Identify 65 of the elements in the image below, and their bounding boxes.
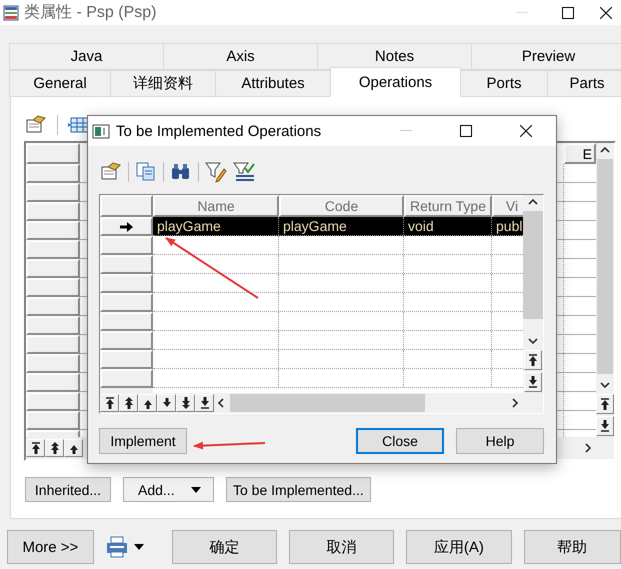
move-to-bottom-button[interactable] <box>195 394 214 412</box>
caret-icon <box>191 486 201 492</box>
panel-button[interactable]: Inherited... <box>25 477 111 502</box>
dialog-button[interactable]: Close <box>356 428 444 454</box>
table-cell: playGame <box>279 217 404 235</box>
move-to-top-button[interactable] <box>524 350 542 370</box>
move-to-top-button[interactable] <box>100 394 119 412</box>
move-to-bottom-button[interactable] <box>596 416 614 436</box>
tab[interactable]: Axis <box>163 43 318 70</box>
column-header[interactable]: E <box>564 143 596 164</box>
close-icon <box>600 6 612 18</box>
close-icon <box>520 125 532 137</box>
dialog-title: To be Implemented Operations <box>116 122 322 140</box>
more-button[interactable]: More >> <box>7 530 94 564</box>
tab[interactable]: Operations <box>330 67 461 97</box>
filter-edit-icon[interactable] <box>205 161 227 183</box>
table-cell: void <box>404 217 492 235</box>
vertical-scrollbar[interactable] <box>523 195 543 393</box>
window-icon <box>92 122 110 140</box>
column-header[interactable]: Return Type <box>404 195 492 217</box>
page-up-button[interactable] <box>45 439 64 457</box>
arrow-to-bottom-icon <box>598 419 612 433</box>
page-down-button[interactable] <box>176 394 195 412</box>
dialog-button[interactable]: Implement <box>99 428 187 454</box>
tab[interactable]: Notes <box>317 43 472 70</box>
move-up-button[interactable] <box>138 394 157 412</box>
maximize-icon <box>562 6 574 18</box>
tab[interactable]: Java <box>9 43 164 70</box>
caret-icon <box>134 544 144 550</box>
table-row[interactable]: playGame playGame void publ <box>153 217 523 236</box>
dialog-button[interactable]: 应用(A) <box>406 530 512 564</box>
arrow-to-top-icon <box>526 353 540 367</box>
printer-icon <box>106 536 128 558</box>
current-row-icon <box>120 222 134 232</box>
page-up-button[interactable] <box>119 394 138 412</box>
tab[interactable]: Preview <box>471 43 621 70</box>
print-button[interactable] <box>106 536 144 558</box>
dialog-button[interactable]: Help <box>456 428 544 454</box>
arrow-to-bottom-icon <box>526 375 540 389</box>
vertical-scrollbar[interactable] <box>596 143 614 437</box>
move-to-top-button[interactable] <box>596 394 614 414</box>
column-header[interactable]: Name <box>153 195 279 217</box>
row-header[interactable] <box>100 217 153 236</box>
move-to-bottom-button[interactable] <box>524 372 542 392</box>
window-title: 类属性 - Psp (Psp) <box>24 2 156 23</box>
move-to-top-button[interactable] <box>26 439 45 457</box>
table-cell: playGame <box>153 217 279 235</box>
move-down-button[interactable] <box>157 394 176 412</box>
copy-icon[interactable] <box>135 161 157 183</box>
column-header[interactable]: Code <box>279 195 404 217</box>
column-header[interactable]: Vi <box>492 195 523 217</box>
table-icon[interactable] <box>68 115 90 135</box>
minimize-icon <box>400 130 412 132</box>
dialog-button[interactable]: 取消 <box>289 530 394 564</box>
arrow-to-top-icon <box>598 397 612 411</box>
filter-check-icon[interactable] <box>233 161 255 183</box>
panel-button[interactable]: To be Implemented... <box>226 477 371 502</box>
dialog-button[interactable]: 帮助 <box>524 530 621 564</box>
move-up-button[interactable] <box>64 439 83 457</box>
window-icon <box>3 4 19 20</box>
minimize-icon <box>516 12 528 14</box>
dropdown-button[interactable]: Add... <box>123 477 214 502</box>
tab[interactable]: General <box>9 70 111 97</box>
dialog-button[interactable]: 确定 <box>172 530 278 564</box>
maximize-icon <box>460 125 472 137</box>
